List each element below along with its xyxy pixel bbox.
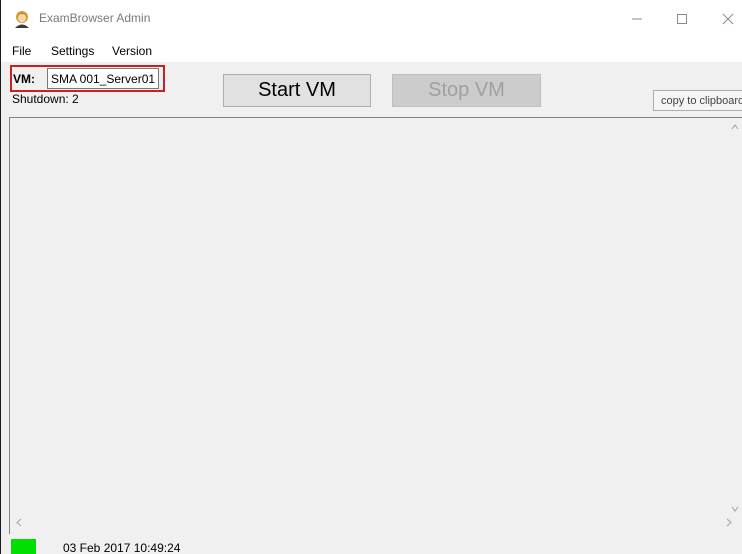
maximize-button[interactable] xyxy=(671,8,693,30)
chevron-down-icon[interactable] xyxy=(731,504,739,514)
start-vm-button[interactable]: Start VM xyxy=(223,74,371,107)
horizontal-scrollbar[interactable] xyxy=(10,516,742,533)
title-bar[interactable]: ExamBrowser Admin xyxy=(1,0,742,38)
close-icon xyxy=(722,13,734,25)
status-timestamp: 03 Feb 2017 10:49:24 xyxy=(63,541,181,554)
minimize-icon xyxy=(632,18,642,20)
chevron-up-icon[interactable] xyxy=(731,122,739,132)
vm-name-field[interactable] xyxy=(47,68,159,89)
vm-label: VM: xyxy=(13,72,35,86)
user-icon xyxy=(12,9,32,29)
shutdown-count: Shutdown: 2 xyxy=(12,92,79,106)
log-output-area[interactable] xyxy=(9,117,742,534)
toolbar: VM: Shutdown: 2 Start VM Stop VM copy to… xyxy=(1,62,742,117)
copy-to-clipboard-button[interactable]: copy to clipboard xyxy=(653,90,742,111)
menu-version[interactable]: Version xyxy=(112,44,152,58)
stop-vm-button[interactable]: Stop VM xyxy=(392,74,541,107)
close-button[interactable] xyxy=(717,8,739,30)
window-title: ExamBrowser Admin xyxy=(39,11,151,25)
status-bar: 03 Feb 2017 10:49:24 xyxy=(1,535,742,554)
menu-bar: File Settings Version xyxy=(1,38,742,62)
vertical-scrollbar[interactable] xyxy=(726,118,742,516)
menu-settings[interactable]: Settings xyxy=(51,44,94,58)
status-indicator xyxy=(11,539,36,554)
chevron-left-icon[interactable] xyxy=(16,518,22,530)
menu-file[interactable]: File xyxy=(12,44,31,58)
exambrowser-admin-window: ExamBrowser Admin File Settings Version … xyxy=(0,0,742,554)
maximize-icon xyxy=(677,14,687,24)
chevron-right-icon[interactable] xyxy=(726,518,732,530)
minimize-button[interactable] xyxy=(626,8,648,30)
